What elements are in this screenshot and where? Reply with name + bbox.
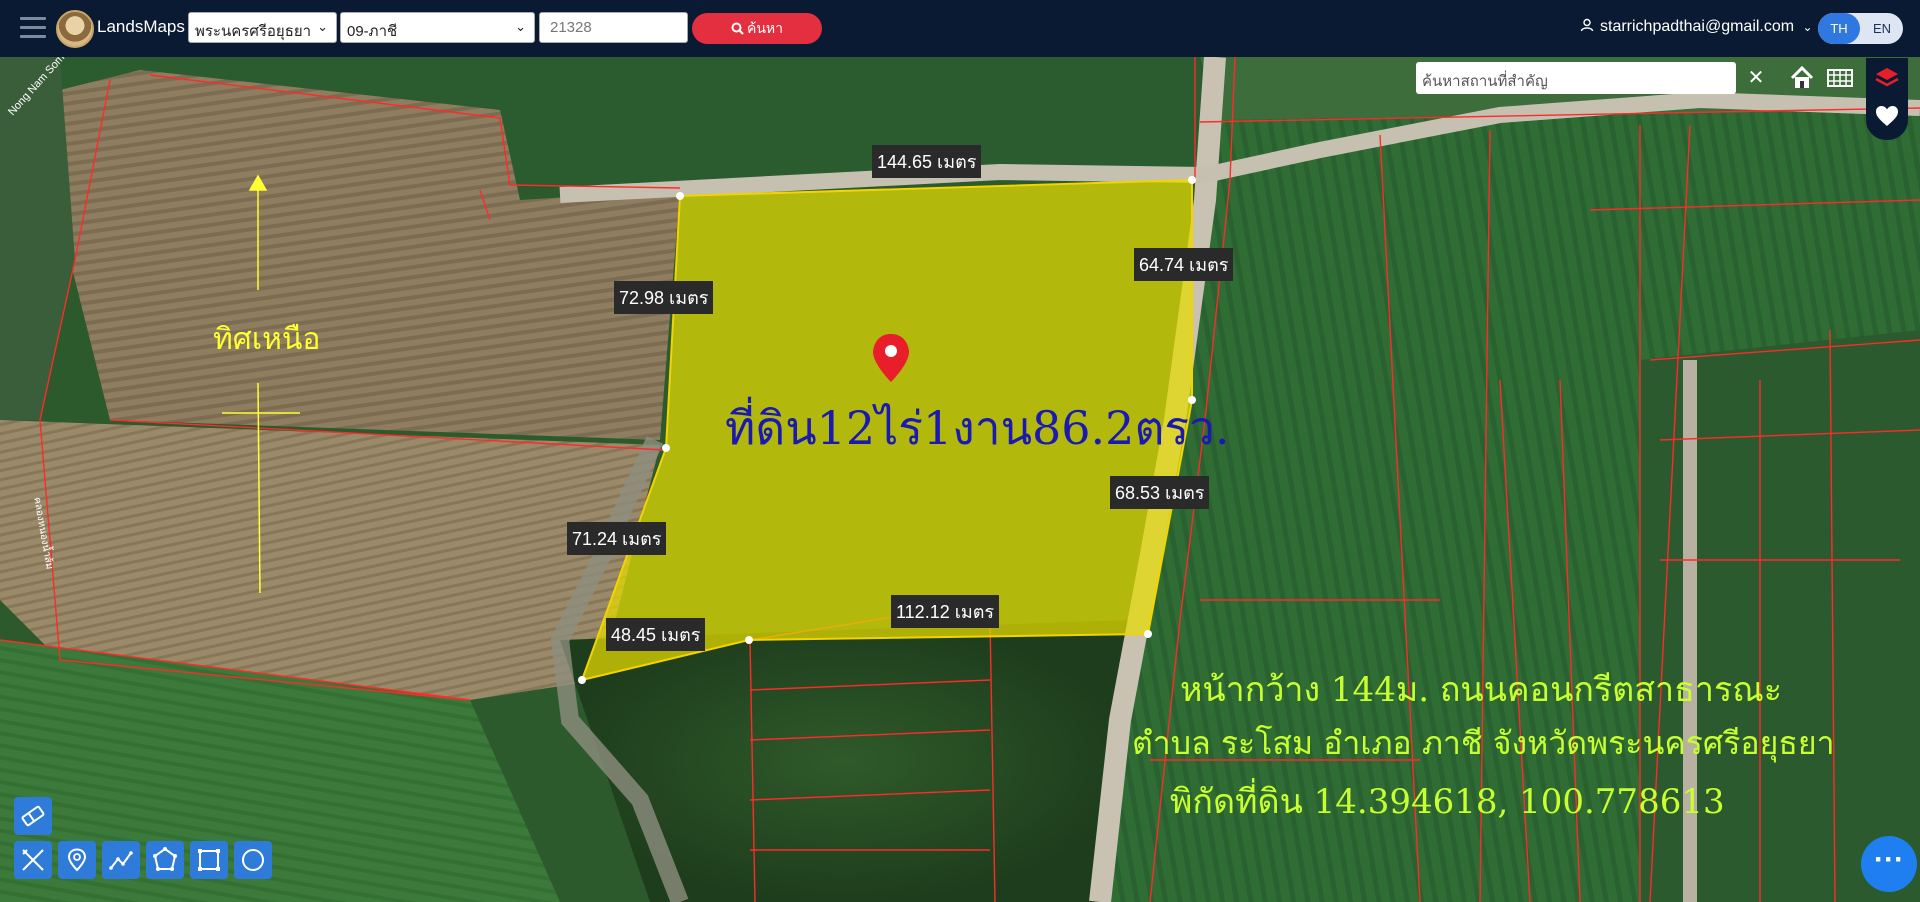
measure-bottom: 112.12 เมตร <box>891 595 1000 628</box>
polygon-tool-button[interactable] <box>146 841 184 879</box>
measure-tool-button[interactable] <box>14 841 52 879</box>
pin-icon <box>67 848 87 872</box>
side-panel <box>1866 58 1908 140</box>
polygon-icon <box>153 847 177 871</box>
user-email: starrichpadthai@gmail.com <box>1600 18 1795 35</box>
menu-icon[interactable] <box>20 17 46 39</box>
chevron-down-icon: ⌄ <box>1802 20 1813 34</box>
app-name: LandsMaps <box>97 17 185 36</box>
layers-icon[interactable] <box>1869 60 1905 96</box>
chevron-down-icon: ⌄ <box>317 19 328 34</box>
measure-upper-left: 72.98 เมตร <box>614 281 714 314</box>
user-icon <box>1580 18 1594 32</box>
parcel-number-input[interactable]: 21328 <box>539 12 688 43</box>
top-navbar: LandsMaps พระนครศรีอยุธยา ⌄ 09-ภาชี ⌄ 21… <box>0 0 1920 57</box>
language-toggle[interactable]: TH EN <box>1818 13 1903 44</box>
district-select[interactable]: 09-ภาชี ⌄ <box>340 12 535 43</box>
parcel-label: ที่ดิน12ไร่1งาน86.2ตรว. <box>725 401 1230 455</box>
place-search-input[interactable]: ค้นหาสถานที่สำคัญ <box>1416 62 1736 94</box>
lang-en-button[interactable]: EN <box>1861 13 1903 44</box>
grid-icon[interactable] <box>1822 60 1858 96</box>
rectangle-icon <box>198 849 220 871</box>
pin-tool-button[interactable] <box>58 841 96 879</box>
polyline-tool-button[interactable] <box>102 841 140 879</box>
rectangle-tool-button[interactable] <box>190 841 228 879</box>
measure-upper-right: 64.74 เมตร <box>1134 248 1234 281</box>
search-button-label: ค้นหา <box>746 20 784 36</box>
more-icon: ··· <box>1874 843 1904 876</box>
measure-lower-right: 68.53 เมตร <box>1110 476 1210 509</box>
north-label: ทิศเหนือ <box>213 322 321 357</box>
heart-icon[interactable] <box>1869 98 1905 134</box>
search-button[interactable]: ค้นหา <box>692 13 822 44</box>
chevron-down-icon: ⌄ <box>515 19 526 34</box>
eraser-icon <box>21 805 45 827</box>
polyline-icon <box>109 851 133 870</box>
app-logo <box>56 10 94 48</box>
circle-icon <box>242 849 264 871</box>
measure-icon <box>22 849 44 871</box>
measure-lower-left: 71.24 เมตร <box>567 522 667 555</box>
more-actions-button[interactable]: ··· <box>1861 836 1917 892</box>
province-select[interactable]: พระนครศรีอยุธยา ⌄ <box>188 12 337 43</box>
search-icon <box>731 22 744 35</box>
measure-top: 144.65 เมตร <box>872 145 982 178</box>
home-icon[interactable] <box>1784 60 1820 96</box>
caption-line-2: ตำบล ระโสม อำเภอ ภาชี จังหวัดพระนครศรีอย… <box>1132 724 1835 762</box>
user-menu[interactable]: starrichpadthai@gmail.com ⌄ <box>1580 18 1813 36</box>
caption-line-1: หน้ากว้าง 144ม. ถนนคอนกรีตสาธารณะ <box>1180 670 1783 710</box>
measure-bottom-left: 48.45 เมตร <box>606 618 706 651</box>
circle-tool-button[interactable] <box>234 841 272 879</box>
caption-line-3: พิกัดที่ดิน 14.394618, 100.778613 <box>1170 782 1725 822</box>
province-select-value: พระนครศรีอยุธยา <box>195 23 312 40</box>
district-select-value: 09-ภาชี <box>347 23 398 40</box>
close-icon[interactable]: ✕ <box>1738 62 1774 94</box>
lang-th-button[interactable]: TH <box>1818 13 1860 44</box>
eraser-button[interactable] <box>14 797 52 835</box>
